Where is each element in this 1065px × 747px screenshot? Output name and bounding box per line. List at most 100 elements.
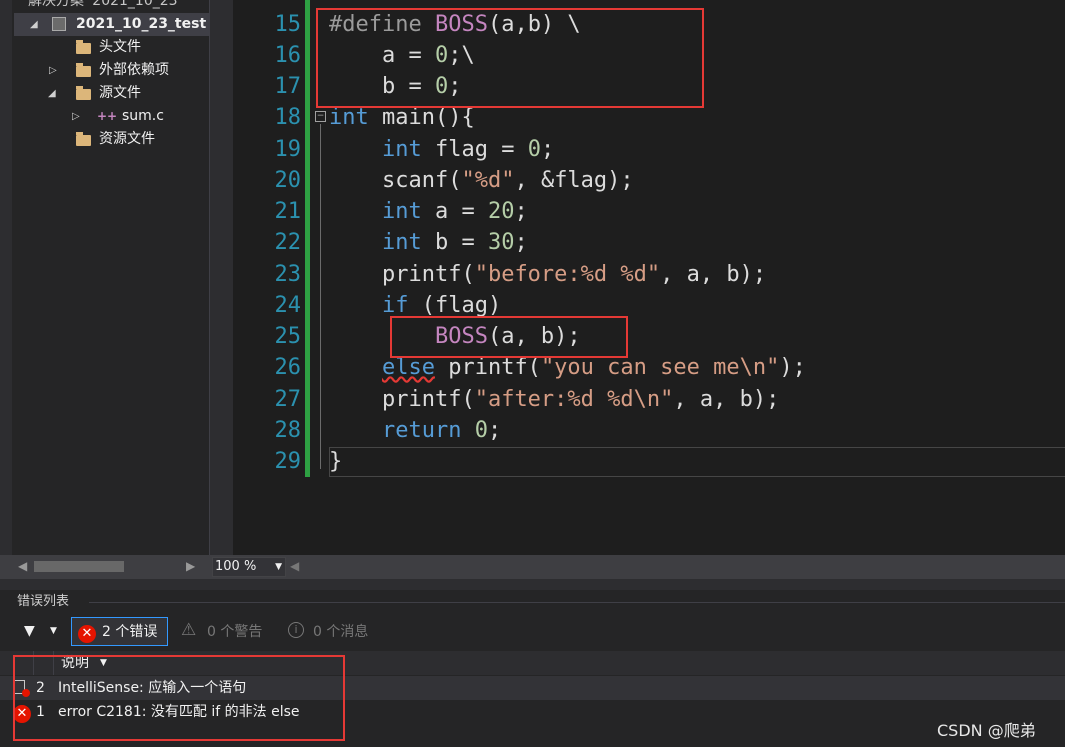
code-token: int	[381, 230, 422, 255]
line-number: 19	[274, 137, 302, 162]
filter-icon[interactable]: ▼	[24, 619, 35, 643]
code-token: int	[381, 199, 422, 224]
code-token: printf(	[381, 262, 475, 287]
code-token: "after:%d %d\n"	[474, 387, 674, 412]
line-number: 17	[274, 74, 302, 99]
solution-item-sum-c[interactable]: ▷ ++ sum.c	[0, 105, 209, 128]
title-divider	[89, 602, 1065, 603]
left-gutter	[0, 0, 12, 555]
watermark: CSDN @爬弟	[937, 721, 1036, 740]
code-token: , a, b);	[660, 262, 767, 287]
code-token: (flag)	[408, 293, 502, 318]
warnings-filter-button[interactable]: ⚠ 0 个警告	[173, 617, 273, 646]
errors-count-label: 2 个错误	[102, 624, 158, 640]
pane-splitter[interactable]	[209, 0, 234, 555]
code-token: "%d"	[461, 168, 515, 193]
fold-guide	[320, 124, 321, 469]
line-number: 16	[274, 43, 302, 68]
project-label: 2021_10_23_test	[76, 16, 207, 32]
warnings-count-label: 0 个警告	[207, 624, 263, 640]
current-line-highlight	[329, 447, 1065, 477]
code-token: flag =	[421, 137, 528, 162]
chevron-down-icon[interactable]: ▼	[50, 619, 57, 643]
solution-item-label: sum.c	[122, 108, 164, 124]
code-token: ;	[514, 230, 528, 255]
folder-icon	[76, 63, 91, 77]
error-icon: ✕	[78, 623, 96, 643]
scroll-left-icon[interactable]: ◀	[290, 559, 299, 573]
code-token: ;	[514, 199, 528, 224]
line-number: 15	[274, 12, 302, 37]
code-token: "you can see me\n"	[540, 355, 780, 380]
solution-item-label: 头文件	[99, 39, 141, 55]
line-number: 28	[274, 418, 302, 443]
scroll-right-icon[interactable]: ▶	[186, 559, 195, 573]
solution-node[interactable]: 解决方案 '2021_10_23	[28, 0, 178, 13]
panel-title: 错误列表	[17, 594, 70, 609]
code-token: 30	[487, 230, 515, 255]
folder-icon	[76, 132, 91, 146]
solution-item-resources[interactable]: 资源文件	[0, 128, 209, 151]
code-token: int	[329, 105, 369, 130]
collapse-arrow-icon[interactable]: ◢	[48, 82, 56, 105]
code-token: ;	[487, 418, 502, 443]
line-number: 21	[274, 199, 302, 224]
solution-item-external-deps[interactable]: ▷ 外部依赖项	[0, 59, 209, 82]
scroll-thumb[interactable]	[34, 561, 124, 572]
code-token: ;	[540, 137, 555, 162]
code-line-20: scanf("%d", &flag);	[329, 165, 634, 196]
fold-toggle-icon[interactable]: −	[315, 111, 326, 122]
solution-item-label: 源文件	[99, 85, 141, 101]
line-number: 22	[274, 230, 302, 255]
code-line-22: int b = 30;	[329, 227, 528, 258]
code-token: 0	[474, 418, 488, 443]
chevron-down-icon: ▼	[275, 562, 282, 572]
highlight-box-define	[316, 8, 704, 108]
code-token: "before:%d %d"	[474, 262, 661, 287]
zoom-select[interactable]: 100 % ▼	[212, 557, 286, 577]
warning-icon: ⚠	[181, 620, 197, 640]
code-line-28: return 0;	[329, 415, 501, 446]
code-token: main(){	[368, 105, 475, 130]
line-number: 23	[274, 262, 302, 287]
solution-item-sources[interactable]: ◢ 源文件	[0, 82, 209, 105]
c-file-icon: ++	[97, 109, 118, 123]
solution-item-label: 资源文件	[99, 131, 155, 147]
info-icon: i	[288, 622, 304, 638]
messages-filter-button[interactable]: i 0 个消息	[283, 617, 383, 646]
scroll-left-icon[interactable]: ◀	[18, 559, 27, 573]
code-token: }	[329, 449, 343, 474]
collapse-arrow-icon[interactable]: ◢	[30, 13, 38, 36]
line-number: 26	[274, 355, 302, 380]
code-token: printf(	[434, 355, 541, 380]
code-editor[interactable]: 15 16 17 18 19 20 21 22 23 24 25 26 27 2…	[233, 0, 1065, 555]
code-token: return	[381, 418, 462, 443]
code-token: a =	[421, 199, 488, 224]
error-squiggle-token[interactable]: else	[382, 355, 435, 380]
change-indicator-bar	[305, 0, 310, 477]
error-list-panel: 错误列表 ▼ ▼ ✕ 2 个错误 ⚠ 0 个警告 i 0 个消息 说明 ▼ 2 …	[0, 590, 1065, 747]
editor-footer-strip: ◀ ▶ 100 % ▼ ◀	[0, 555, 1065, 579]
code-token: scanf(	[381, 168, 462, 193]
errors-filter-button[interactable]: ✕ 2 个错误	[71, 617, 168, 646]
code-token: if	[381, 293, 409, 318]
solution-item-headers[interactable]: 头文件	[0, 36, 209, 59]
line-number: 25	[274, 324, 302, 349]
solution-hscroll[interactable]: ◀ ▶	[0, 555, 209, 579]
line-number: 24	[274, 293, 302, 318]
solution-explorer: 解决方案 '2021_10_23 ◢ 2021_10_23_test 头文件 ▷…	[0, 0, 209, 555]
line-number: 29	[274, 449, 302, 474]
expand-arrow-icon[interactable]: ▷	[49, 59, 57, 82]
code-token: );	[779, 355, 806, 380]
solution-item-label: 外部依赖项	[99, 62, 169, 78]
line-number: 18	[274, 105, 302, 130]
expand-arrow-icon[interactable]: ▷	[72, 105, 80, 128]
project-node[interactable]: ◢ 2021_10_23_test	[14, 13, 209, 36]
code-token: b =	[421, 230, 488, 255]
messages-count-label: 0 个消息	[313, 624, 369, 640]
highlight-box-errors	[13, 655, 345, 741]
code-token: 0	[527, 137, 541, 162]
line-number: 20	[274, 168, 302, 193]
folder-icon	[76, 40, 91, 54]
